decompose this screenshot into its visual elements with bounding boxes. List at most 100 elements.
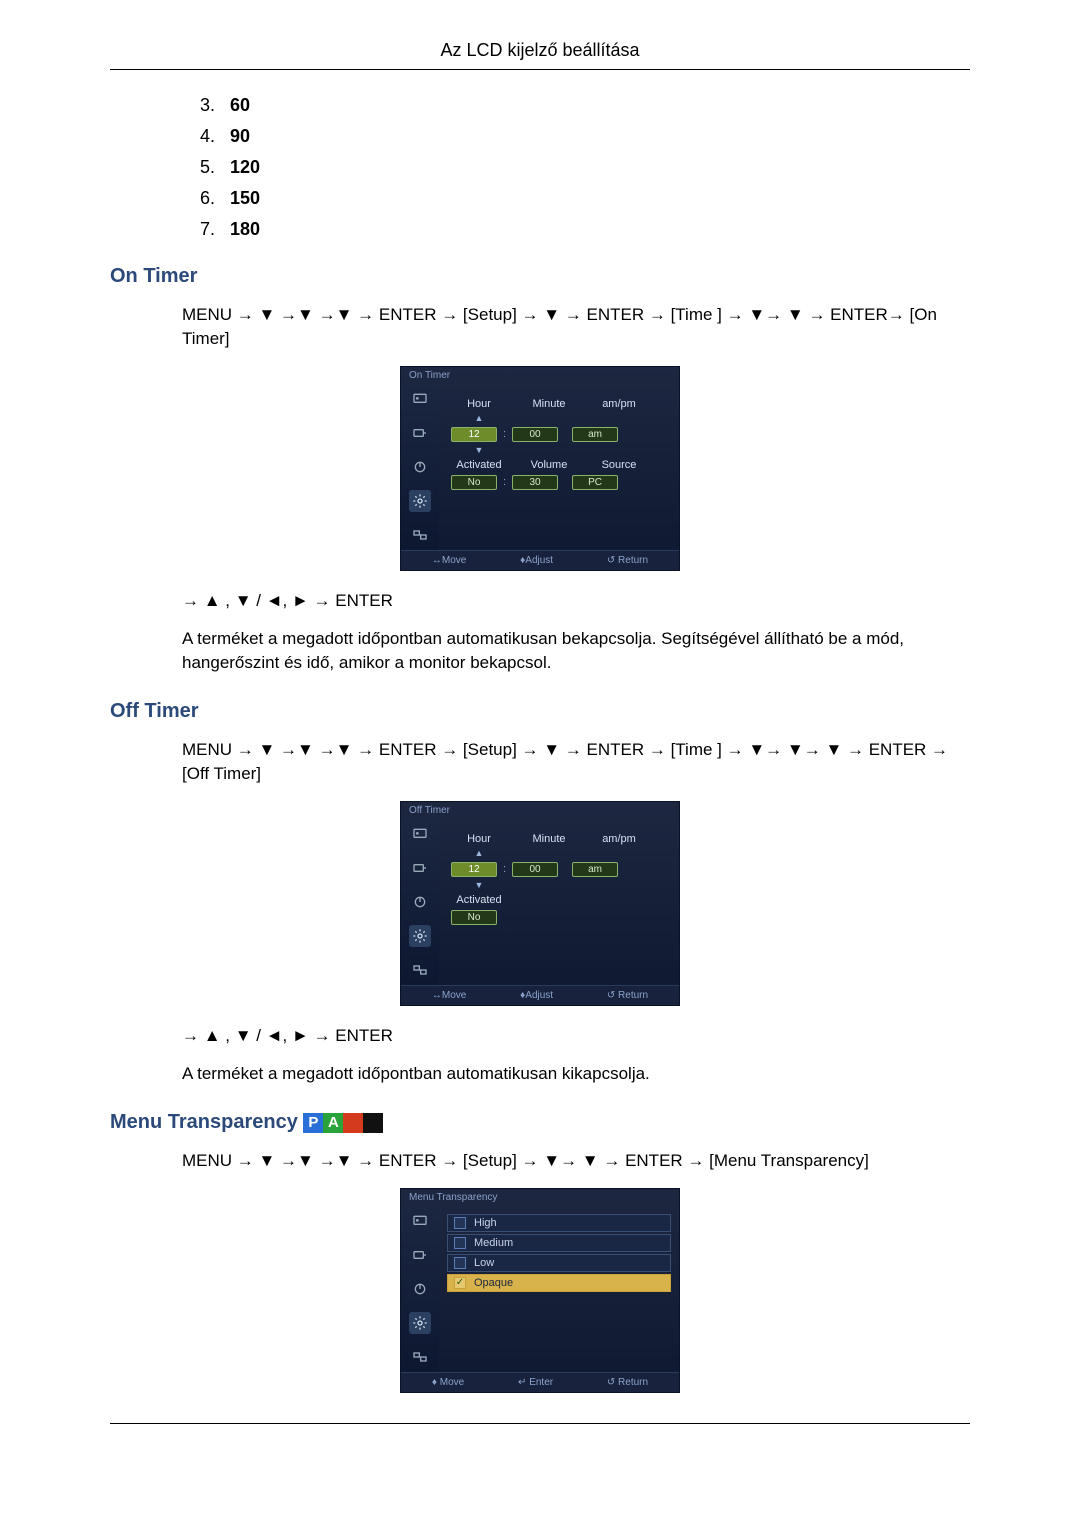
osd-value-source: PC [572, 475, 618, 490]
multi-icon [409, 1346, 431, 1368]
osd-footer: ♦ Move ↵ Enter ↺ Return [401, 1372, 679, 1392]
picture-icon [409, 388, 431, 410]
transparency-options: High Medium Low Opaque [439, 1206, 679, 1372]
numbered-list: 3.60 4.90 5.120 6.150 7.180 [110, 95, 970, 240]
on-timer-path: MENU → ▼ →▼ →▼ → ENTER → [Setup] → ▼ → E… [182, 303, 970, 351]
list-num: 4. [200, 126, 230, 147]
transparency-option: High [447, 1214, 671, 1232]
osd-value-activated: No [451, 475, 497, 490]
power-icon [409, 891, 431, 913]
picture-icon [409, 1210, 431, 1232]
option-label: Opaque [474, 1277, 513, 1289]
gear-icon [409, 490, 431, 512]
osd-value-hour: 12 [451, 427, 497, 442]
picture-icon [409, 823, 431, 845]
transparency-option-selected: Opaque [447, 1274, 671, 1292]
off-timer-path: MENU → ▼ →▼ →▼ → ENTER → [Setup] → ▼ → E… [182, 738, 970, 786]
transparency-option: Low [447, 1254, 671, 1272]
power-icon [409, 456, 431, 478]
osd-label-minute: Minute [521, 833, 577, 845]
osd-foot-return: ↺ Return [607, 990, 648, 1001]
osd-value-ampm: am [572, 427, 618, 442]
multi-icon [409, 524, 431, 546]
list-num: 6. [200, 188, 230, 209]
list-val: 120 [230, 157, 260, 177]
red-badge-icon [343, 1113, 363, 1133]
osd-foot-return: ↺ Return [607, 1377, 648, 1388]
osd-label-activated: Activated [451, 894, 507, 906]
list-val: 60 [230, 95, 250, 115]
osd-foot-move: ♦ Move [432, 1377, 464, 1388]
osd-value-ampm: am [572, 862, 618, 877]
off-timer-osd: Off Timer Hour Minute am/pm [400, 801, 680, 1006]
osd-foot-enter: ↵ Enter [518, 1377, 553, 1388]
gear-icon [409, 1312, 431, 1334]
osd-sidebar [401, 1206, 439, 1372]
check-icon [454, 1277, 466, 1289]
osd-label-ampm: am/pm [591, 833, 647, 845]
list-val: 150 [230, 188, 260, 208]
up-arrow-icon: ▲ [451, 414, 507, 423]
on-timer-osd: On Timer Hour Minute am/pm [400, 366, 680, 571]
osd-value-minute: 00 [512, 862, 558, 877]
off-timer-post-path: → ▲ , ▼ / ◄, ► → ENTER [182, 1024, 970, 1048]
p-badge-icon: P [303, 1113, 323, 1133]
osd-label-hour: Hour [451, 833, 507, 845]
menu-transparency-path: MENU → ▼ →▼ →▼ → ENTER → [Setup] → ▼→ ▼ … [182, 1149, 970, 1173]
check-icon [454, 1257, 466, 1269]
osd-label-volume: Volume [521, 459, 577, 471]
down-arrow-icon: ▼ [451, 881, 507, 890]
a-badge-icon: A [323, 1113, 343, 1133]
osd-footer: ↔Move ♦Adjust ↺ Return [401, 985, 679, 1005]
gear-icon [409, 925, 431, 947]
osd-foot-return: ↺ Return [607, 555, 648, 566]
input-icon [409, 422, 431, 444]
osd-value-minute: 00 [512, 427, 558, 442]
osd-label-activated: Activated [451, 459, 507, 471]
osd-label-source: Source [591, 459, 647, 471]
up-arrow-icon: ▲ [451, 849, 507, 858]
option-label: High [474, 1217, 497, 1229]
list-val: 180 [230, 219, 260, 239]
transparency-option: Medium [447, 1234, 671, 1252]
osd-footer: ↔Move ♦Adjust ↺ Return [401, 550, 679, 570]
multi-icon [409, 959, 431, 981]
osd-label-hour: Hour [451, 398, 507, 410]
black-badge-icon [363, 1113, 383, 1133]
list-val: 90 [230, 126, 250, 146]
osd-title: Off Timer [401, 802, 679, 819]
osd-value-activated: No [451, 910, 497, 925]
input-icon [409, 1244, 431, 1266]
on-timer-post-path: → ▲ , ▼ / ◄, ► → ENTER [182, 589, 970, 613]
list-num: 5. [200, 157, 230, 178]
page-header: Az LCD kijelző beállítása [110, 40, 970, 70]
osd-sidebar [401, 384, 439, 550]
osd-title: On Timer [401, 367, 679, 384]
osd-foot-move: ↔Move [432, 990, 466, 1001]
check-icon [454, 1217, 466, 1229]
list-num: 3. [200, 95, 230, 116]
down-arrow-icon: ▼ [451, 446, 507, 455]
option-label: Medium [474, 1237, 513, 1249]
osd-foot-adjust: ♦Adjust [520, 555, 553, 566]
menu-transparency-heading: Menu Transparency PA [110, 1111, 970, 1134]
osd-title: Menu Transparency [401, 1189, 679, 1206]
osd-label-ampm: am/pm [591, 398, 647, 410]
on-timer-heading: On Timer [110, 265, 970, 288]
page-footer-rule [110, 1423, 970, 1425]
list-num: 7. [200, 219, 230, 240]
off-timer-heading: Off Timer [110, 700, 970, 723]
osd-sidebar [401, 819, 439, 985]
menu-transparency-osd: Menu Transparency High Medium Low Opaque [400, 1188, 680, 1393]
osd-foot-move: ↔Move [432, 555, 466, 566]
off-timer-desc: A terméket a megadott időpontban automat… [182, 1062, 970, 1086]
option-label: Low [474, 1257, 494, 1269]
check-icon [454, 1237, 466, 1249]
input-icon [409, 857, 431, 879]
osd-value-volume: 30 [512, 475, 558, 490]
osd-label-minute: Minute [521, 398, 577, 410]
on-timer-desc: A terméket a megadott időpontban automat… [182, 627, 970, 675]
osd-foot-adjust: ♦Adjust [520, 990, 553, 1001]
power-icon [409, 1278, 431, 1300]
osd-value-hour: 12 [451, 862, 497, 877]
